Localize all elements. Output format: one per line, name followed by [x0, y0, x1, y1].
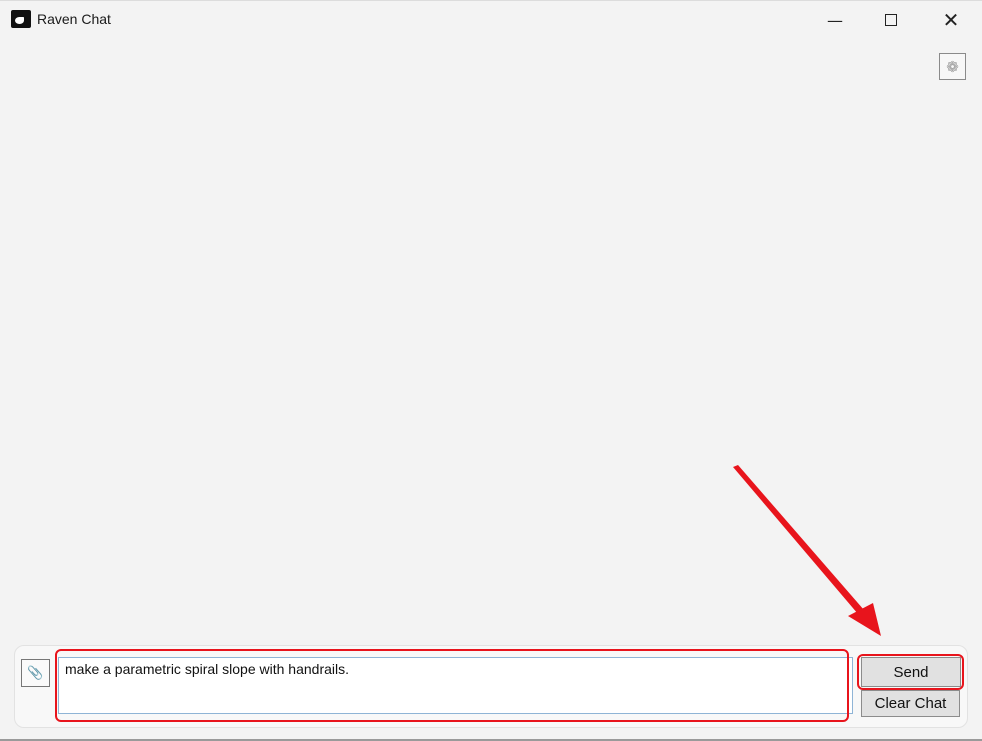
maximize-icon: [885, 14, 897, 26]
close-icon: ✕: [942, 8, 960, 32]
minimize-button[interactable]: —: [812, 1, 858, 39]
settings-button[interactable]: ❁: [939, 53, 966, 80]
message-input[interactable]: [58, 657, 853, 714]
title-bar: Raven Chat — ✕: [0, 0, 982, 39]
window-title: Raven Chat: [37, 11, 111, 27]
attach-button[interactable]: 📎: [21, 659, 50, 687]
gear-icon: ❁: [946, 57, 959, 76]
maximize-button[interactable]: [868, 1, 914, 39]
minimize-icon: —: [827, 10, 843, 30]
chat-history: [0, 90, 982, 640]
clear-chat-button[interactable]: Clear Chat: [861, 690, 960, 717]
raven-app-icon: [11, 10, 31, 28]
paperclip-icon: 📎: [27, 665, 44, 681]
send-button[interactable]: Send: [861, 657, 961, 687]
close-button[interactable]: ✕: [928, 1, 974, 39]
